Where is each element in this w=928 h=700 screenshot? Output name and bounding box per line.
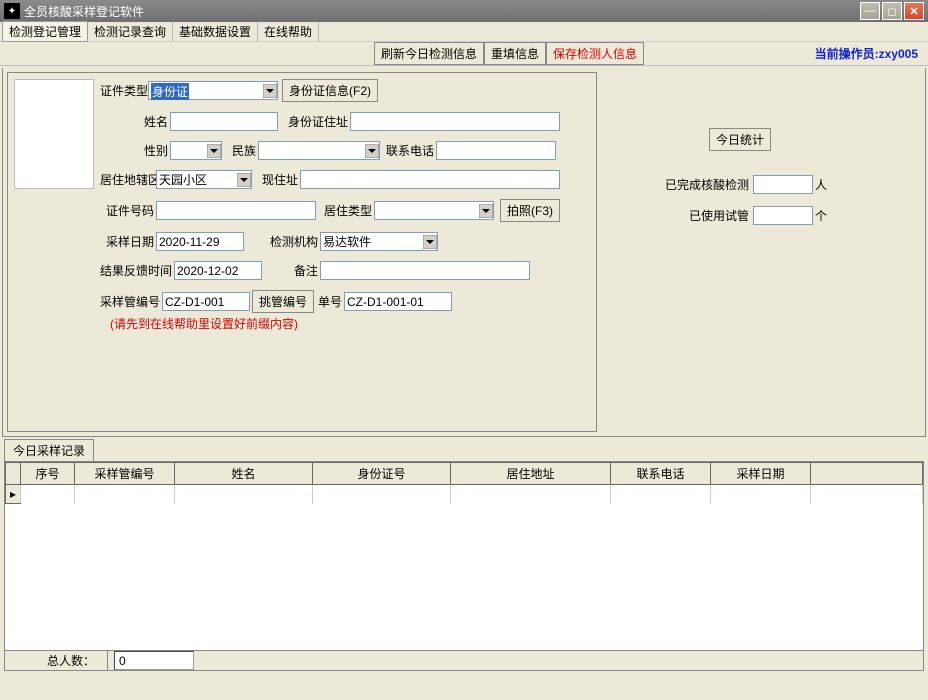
col-name[interactable]: 姓名 (175, 463, 313, 485)
refresh-button[interactable]: 刷新今日检测信息 (374, 42, 484, 65)
total-label: 总人数： (35, 651, 108, 670)
tube-input[interactable] (162, 292, 250, 311)
table-row[interactable]: ▸ (6, 485, 923, 504)
menu-bar: 检测登记管理 检测记录查询 基础数据设置 在线帮助 (0, 22, 928, 42)
tube-used-label: 已使用试管 (661, 207, 751, 224)
col-filler (811, 463, 923, 485)
done-label: 已完成核酸检测 (661, 176, 751, 193)
nation-label: 民族 (222, 142, 258, 159)
col-addr[interactable]: 居住地址 (451, 463, 611, 485)
current-operator: 当前操作员:zxy005 (815, 45, 924, 62)
resarea-label: 居住地辖区 (100, 171, 156, 188)
col-tube[interactable]: 采样管编号 (75, 463, 175, 485)
records-grid[interactable]: 序号 采样管编号 姓名 身份证号 居住地址 联系电话 采样日期 ▸ (4, 461, 924, 651)
feedback-input[interactable] (174, 261, 262, 280)
feedback-label: 结果反馈时间 (100, 262, 174, 279)
row-marker-header (6, 463, 21, 485)
org-label: 检测机构 (244, 233, 320, 250)
sample-date-label: 采样日期 (100, 233, 156, 250)
phone-input[interactable] (436, 141, 556, 160)
certno-input[interactable] (156, 201, 316, 220)
cert-type-label: 证件类型 (100, 82, 148, 99)
row-marker: ▸ (6, 485, 21, 504)
remark-label: 备注 (262, 262, 320, 279)
sex-label: 性别 (100, 142, 170, 159)
col-idno[interactable]: 身份证号 (313, 463, 451, 485)
name-label: 姓名 (100, 113, 170, 130)
menu-basedata[interactable]: 基础数据设置 (173, 22, 258, 41)
done-value[interactable] (753, 175, 813, 194)
curaddr-label: 现住址 (252, 171, 300, 188)
nation-select[interactable] (258, 141, 380, 160)
form-area: 证件类型 身份证 身份证信息(F2) 姓名 身份证住址 性别 民族 联系电话 (7, 72, 597, 432)
sample-date-input[interactable] (156, 232, 244, 251)
tube-used-value[interactable] (753, 206, 813, 225)
prefix-hint: (请先到在线帮助里设置好前缀内容) (100, 315, 590, 332)
resarea-select[interactable]: 天园小区 (156, 170, 252, 189)
col-seq[interactable]: 序号 (21, 463, 75, 485)
restype-select[interactable] (374, 201, 494, 220)
single-label: 单号 (314, 293, 344, 310)
idaddr-label: 身份证住址 (278, 113, 350, 130)
phone-label: 联系电话 (380, 142, 436, 159)
photo-box (14, 79, 94, 189)
menu-register[interactable]: 检测登记管理 (2, 21, 88, 42)
single-input[interactable] (344, 292, 452, 311)
window-title: 全员核酸采样登记软件 (24, 3, 860, 20)
title-bar: ✦ 全员核酸采样登记软件 — ◻ ✕ (0, 0, 928, 22)
org-select[interactable]: 易达软件 (320, 232, 438, 251)
tab-today-records[interactable]: 今日采样记录 (4, 439, 94, 461)
col-date[interactable]: 采样日期 (711, 463, 811, 485)
col-phone[interactable]: 联系电话 (611, 463, 711, 485)
main-panel: 证件类型 身份证 身份证信息(F2) 姓名 身份证住址 性别 民族 联系电话 (2, 68, 926, 437)
name-input[interactable] (170, 112, 278, 131)
app-icon: ✦ (4, 3, 20, 19)
menu-help[interactable]: 在线帮助 (258, 22, 319, 41)
certno-label: 证件号码 (100, 202, 156, 219)
menu-query[interactable]: 检测记录查询 (88, 22, 173, 41)
save-button[interactable]: 保存检测人信息 (546, 42, 644, 65)
done-unit: 人 (815, 176, 827, 193)
tube-used-unit: 个 (815, 207, 827, 224)
tube-pick-button[interactable]: 挑管编号 (252, 290, 314, 313)
minimize-button[interactable]: — (860, 2, 880, 20)
total-value: 0 (114, 651, 194, 670)
today-stats-button[interactable]: 今日统计 (709, 128, 771, 151)
stats-panel: 今日统计 已完成核酸检测 人 已使用试管 个 (601, 68, 925, 436)
id-info-button[interactable]: 身份证信息(F2) (282, 79, 378, 102)
curaddr-input[interactable] (300, 170, 560, 189)
footer-bar: 总人数： 0 (4, 651, 924, 671)
toolbar: 刷新今日检测信息 重填信息 保存检测人信息 当前操作员:zxy005 (0, 42, 928, 66)
maximize-button[interactable]: ◻ (882, 2, 902, 20)
tube-label: 采样管编号 (100, 293, 162, 310)
idaddr-input[interactable] (350, 112, 560, 131)
sex-select[interactable] (170, 141, 222, 160)
reset-button[interactable]: 重填信息 (484, 42, 546, 65)
photo-button[interactable]: 拍照(F3) (500, 199, 560, 222)
remark-input[interactable] (320, 261, 530, 280)
close-button[interactable]: ✕ (904, 2, 924, 20)
restype-label: 居住类型 (316, 202, 374, 219)
